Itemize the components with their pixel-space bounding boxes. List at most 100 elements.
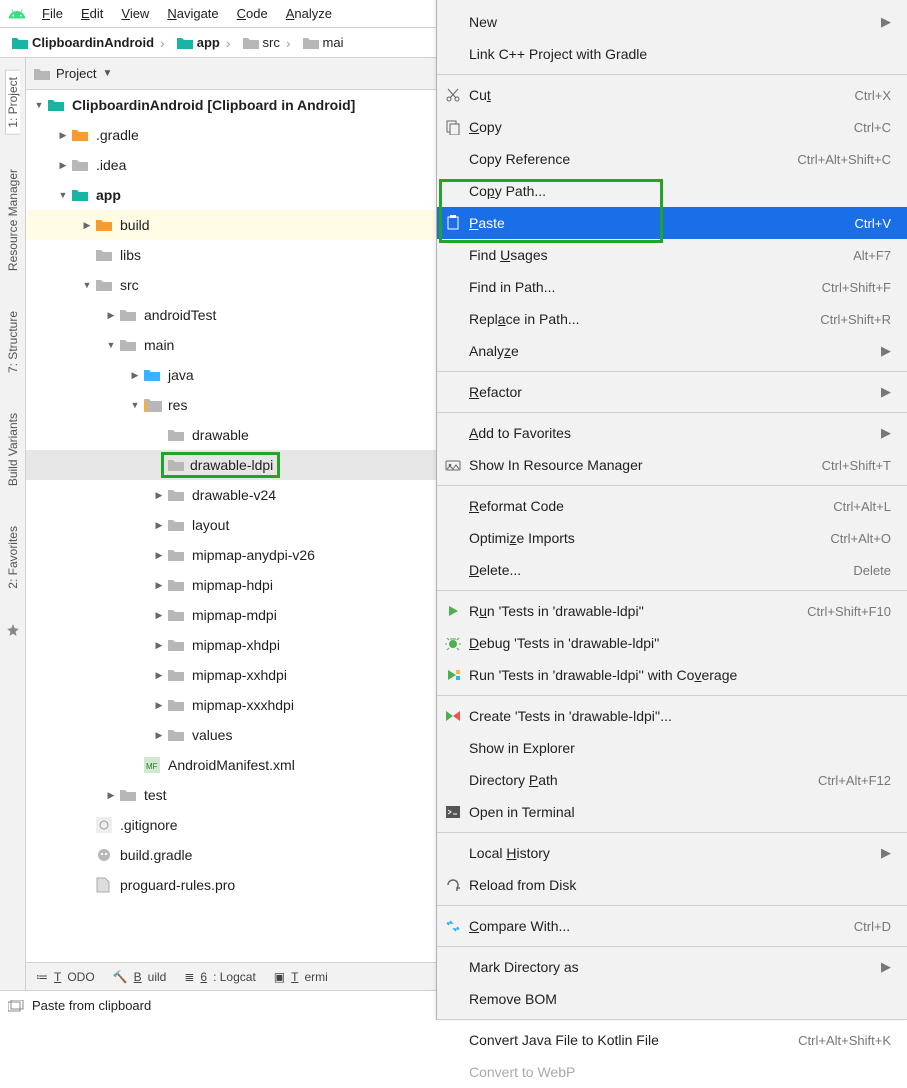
ctx-debug-tests-in-drawable-ldpi-[interactable]: Debug 'Tests in 'drawable-ldpi'' (437, 627, 907, 659)
chevron-right-icon: ▶ (881, 425, 891, 441)
panel-title[interactable]: Project ▼ (34, 66, 112, 81)
menu-view[interactable]: View (121, 6, 149, 21)
ctx-icon (437, 457, 469, 473)
ctx-local-history[interactable]: Local History▶ (437, 837, 907, 869)
tree-twisty[interactable]: ▶ (152, 638, 166, 652)
ctx-separator (437, 485, 907, 486)
ctx-new[interactable]: New▶ (437, 6, 907, 38)
ctx-icon (437, 604, 469, 618)
project-icon (34, 68, 50, 80)
chevron-right-icon: ▶ (881, 845, 891, 861)
ctx-icon (437, 119, 469, 135)
tree-twisty[interactable]: ▶ (152, 608, 166, 622)
ctx-icon (437, 215, 469, 231)
ctx-directory-path[interactable]: Directory PathCtrl+Alt+F12 (437, 764, 907, 796)
tree-twisty[interactable]: ▶ (56, 158, 70, 172)
ctx-delete-[interactable]: Delete...Delete (437, 554, 907, 586)
menu-edit[interactable]: Edit (81, 6, 103, 21)
context-menu[interactable]: New▶Link C++ Project with Gradle CutCtrl+… (436, 0, 907, 1020)
tree-twisty[interactable]: ▶ (152, 518, 166, 532)
ctx-show-in-explorer[interactable]: Show in Explorer (437, 732, 907, 764)
ctx-run-tests-in-drawable-ldpi-[interactable]: Run 'Tests in 'drawable-ldpi''Ctrl+Shift… (437, 595, 907, 627)
ctx-find-usages[interactable]: Find UsagesAlt+F7 (437, 239, 907, 271)
bottom-tool-0[interactable]: ≔ TODO (36, 970, 95, 984)
tree-twisty[interactable]: ▼ (80, 278, 94, 292)
tree-twisty[interactable]: ▶ (152, 548, 166, 562)
tree-twisty[interactable]: ▶ (80, 218, 94, 232)
ctx-replace-in-path-[interactable]: Replace in Path...Ctrl+Shift+R (437, 303, 907, 335)
ctx-copy-reference[interactable]: Copy ReferenceCtrl+Alt+Shift+C (437, 143, 907, 175)
ctx-create-tests-in-drawable-ldpi-[interactable]: Create 'Tests in 'drawable-ldpi''... (437, 700, 907, 732)
tree-twisty[interactable]: ▶ (104, 788, 118, 802)
menu-file[interactable]: File (42, 6, 63, 21)
bottom-tool-icon: ▣ (274, 970, 285, 984)
ctx-convert-java-file-to-kotlin-file[interactable]: Convert Java File to Kotlin FileCtrl+Alt… (437, 1024, 907, 1056)
ctx-separator (437, 412, 907, 413)
tree-twisty[interactable]: ▶ (152, 728, 166, 742)
crumb-1[interactable]: app› (171, 33, 237, 53)
ctx-copy[interactable]: CopyCtrl+C (437, 111, 907, 143)
tree-twisty[interactable]: ▼ (56, 188, 70, 202)
ctx-icon (437, 708, 469, 724)
android-icon (8, 5, 26, 23)
ctx-find-in-path-[interactable]: Find in Path...Ctrl+Shift+F (437, 271, 907, 303)
tree-icon (168, 428, 186, 442)
tree-twisty[interactable]: ▶ (56, 128, 70, 142)
tree-icon (168, 728, 186, 742)
tree-twisty[interactable]: ▶ (152, 698, 166, 712)
tree-twisty[interactable]: ▶ (152, 668, 166, 682)
tree-twisty[interactable]: ▶ (104, 308, 118, 322)
crumb-0[interactable]: ClipboardinAndroid› (6, 33, 171, 53)
tree-twisty[interactable]: ▼ (32, 98, 46, 112)
ctx-icon (437, 877, 469, 893)
bottom-tool-1[interactable]: 🔨 Build (113, 970, 167, 984)
tree-twisty[interactable]: ▶ (152, 488, 166, 502)
ctx-run-tests-in-drawable-ldpi-with-coverage[interactable]: Run 'Tests in 'drawable-ldpi'' with Cove… (437, 659, 907, 691)
tree-twisty[interactable]: ▶ (128, 368, 142, 382)
bottom-tool-2[interactable]: ≣ 6: Logcat (184, 970, 255, 984)
crumb-2[interactable]: src› (237, 33, 297, 53)
side-tab-1[interactable]: Resource Manager (6, 163, 20, 277)
ctx-paste[interactable]: PasteCtrl+V (437, 207, 907, 239)
tree-twisty[interactable]: ▼ (104, 338, 118, 352)
menu-analyze[interactable]: Analyze (286, 6, 332, 21)
ctx-analyze[interactable]: Analyze▶ (437, 335, 907, 367)
bottom-tool-3[interactable]: ▣ Termi (274, 970, 328, 984)
ctx-remove-bom[interactable]: Remove BOM (437, 983, 907, 1015)
chevron-right-icon: ▶ (881, 343, 891, 359)
tree-icon (96, 278, 114, 292)
menu-navigate[interactable]: Navigate (167, 6, 218, 21)
ctx-separator (437, 946, 907, 947)
ctx-compare-with-[interactable]: Compare With...Ctrl+D (437, 910, 907, 942)
ctx-add-to-favorites[interactable]: Add to Favorites▶ (437, 417, 907, 449)
side-tab-0[interactable]: 1: Project (5, 70, 20, 135)
side-tab-3[interactable]: Build Variants (6, 407, 20, 492)
ctx-mark-directory-as[interactable]: Mark Directory as▶ (437, 951, 907, 983)
statusbar: Paste from clipboard (0, 990, 436, 1020)
tree-twisty[interactable]: ▶ (152, 578, 166, 592)
ctx-open-in-terminal[interactable]: Open in Terminal (437, 796, 907, 828)
ctx-reformat-code[interactable]: Reformat CodeCtrl+Alt+L (437, 490, 907, 522)
ctx-convert-to-webp[interactable]: Convert to WebP (437, 1056, 907, 1088)
bottom-tool-icon: 🔨 (113, 970, 128, 984)
ctx-icon (437, 635, 469, 651)
ctx-show-in-resource-manager[interactable]: Show In Resource ManagerCtrl+Shift+T (437, 449, 907, 481)
tree-icon (120, 308, 138, 322)
side-tab-4[interactable]: 2: Favorites (6, 520, 20, 595)
tree-icon (168, 608, 186, 622)
ctx-cut[interactable]: CutCtrl+X (437, 79, 907, 111)
ctx-refactor[interactable]: Refactor▶ (437, 376, 907, 408)
ctx-link-c-project-with-gradle[interactable]: Link C++ Project with Gradle (437, 38, 907, 70)
side-tab-2[interactable]: 7: Structure (6, 305, 20, 379)
ctx-optimize-imports[interactable]: Optimize ImportsCtrl+Alt+O (437, 522, 907, 554)
ctx-reload-from-disk[interactable]: Reload from Disk (437, 869, 907, 901)
ctx-separator (437, 590, 907, 591)
crumb-3[interactable]: mai (297, 33, 350, 52)
ctx-separator (437, 371, 907, 372)
tree-icon (168, 548, 186, 562)
ctx-copy-path-[interactable]: Copy Path... (437, 175, 907, 207)
tree-icon (72, 128, 90, 142)
menu-code[interactable]: Code (237, 6, 268, 21)
tree-twisty[interactable]: ▼ (128, 398, 142, 412)
ctx-icon (437, 87, 469, 103)
